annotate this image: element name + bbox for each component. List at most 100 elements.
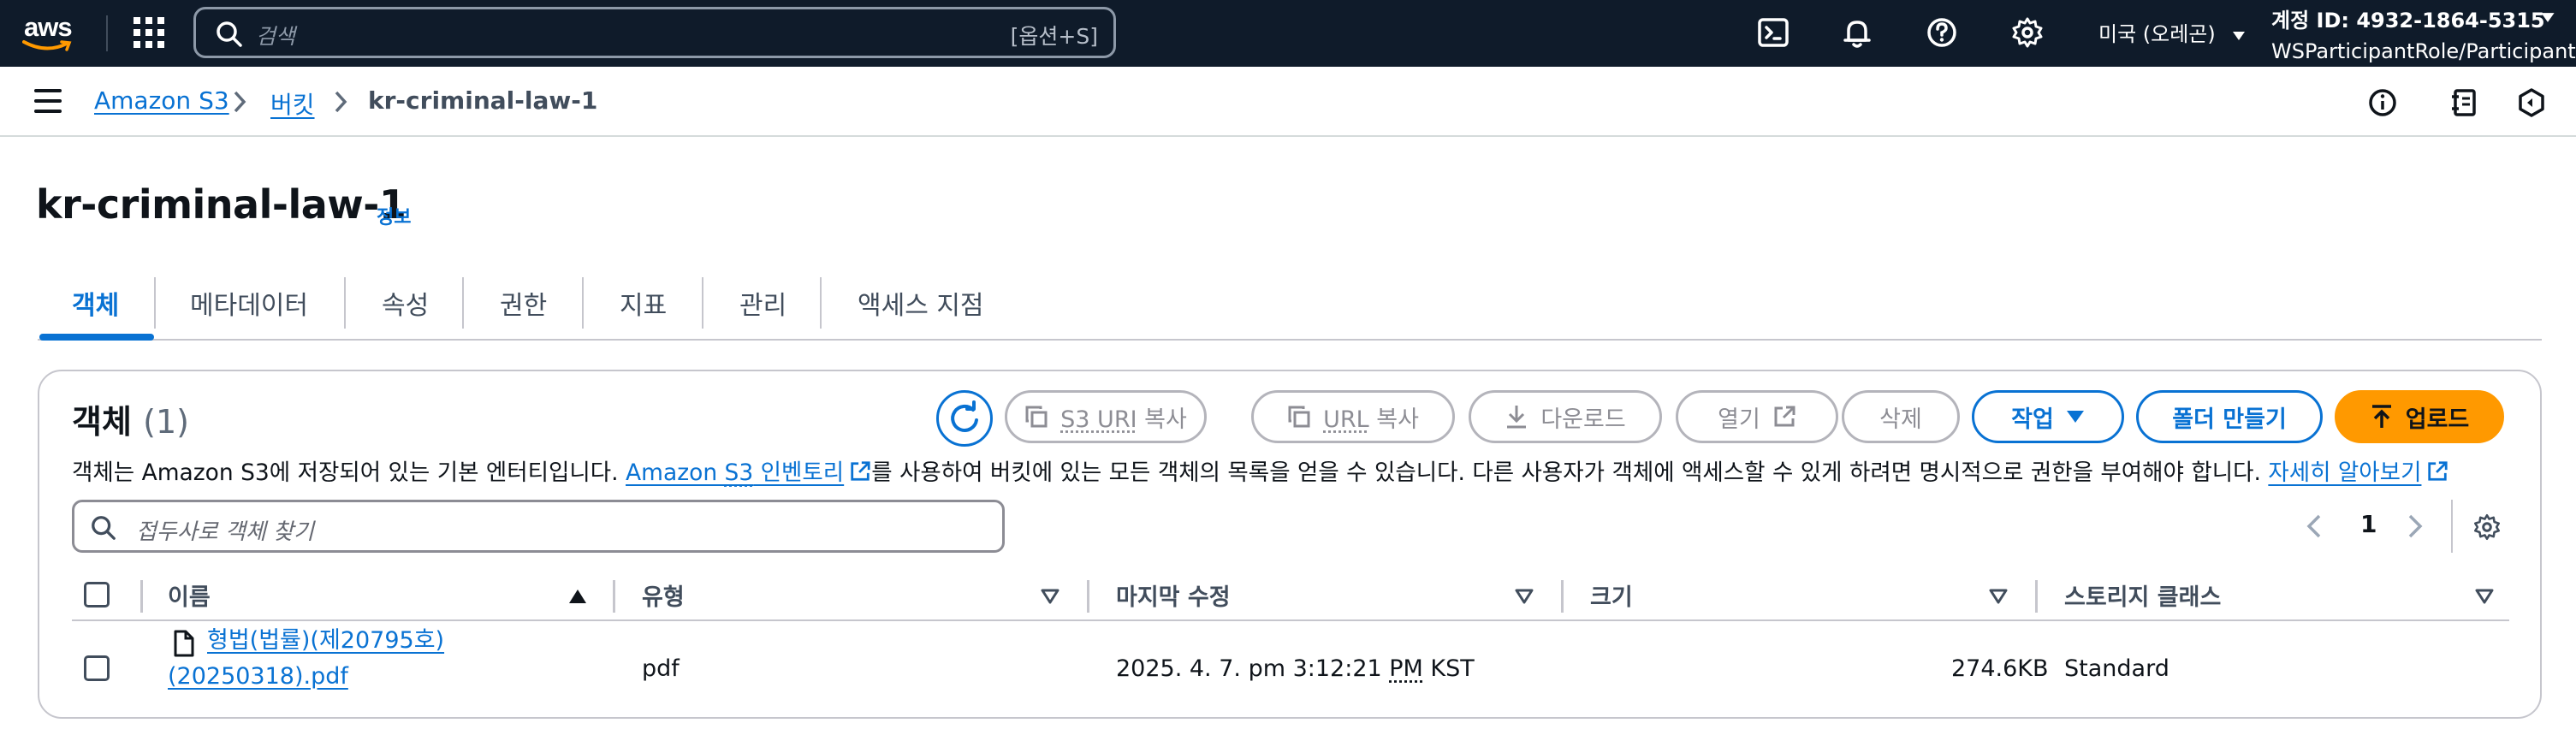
column-divider	[613, 580, 615, 613]
aws-logo[interactable]: aws	[21, 10, 80, 56]
tab-metadata[interactable]: 메타데이터	[190, 284, 308, 322]
copy-icon	[1025, 406, 1048, 428]
page-title: kr-criminal-law-1	[36, 181, 407, 228]
create-folder-button[interactable]: 폴더 만들기	[2136, 390, 2323, 443]
objects-description: 객체는 Amazon S3에 저장되어 있는 기본 엔터티입니다. Amazon…	[72, 453, 2448, 487]
aws-smile-icon	[22, 40, 72, 51]
delete-label: 삭제	[1879, 406, 1922, 433]
sort-icon[interactable]	[1515, 589, 1534, 604]
sort-icon[interactable]	[1989, 589, 2008, 604]
s3-inventory-link-a: Amazon	[626, 459, 725, 486]
notes-panel-icon[interactable]	[2449, 87, 2480, 118]
objects-count: (1)	[143, 403, 189, 441]
global-search-input[interactable]: 검색 [옵션+S]	[193, 7, 1116, 58]
row-checkbox[interactable]	[84, 655, 110, 681]
upload-button[interactable]: 업로드	[2335, 390, 2504, 443]
download-icon	[1507, 406, 1527, 429]
object-name-link[interactable]: 형법(법률)(제20795호)	[207, 627, 444, 654]
top-navigation: aws 검색 [옵션+S] 미국 (오레곤) 계정 ID: 4932-1864-…	[0, 0, 2576, 67]
tab-permissions[interactable]: 권한	[500, 284, 547, 322]
tab-divider	[702, 277, 703, 329]
object-type: pdf	[642, 655, 680, 682]
object-storage-class: Standard	[2064, 655, 2169, 682]
download-button[interactable]: 다운로드	[1469, 390, 1662, 443]
column-header-storage-class[interactable]: 스토리지 클래스	[2064, 578, 2221, 612]
hexagon-panel-icon[interactable]	[2516, 87, 2547, 118]
aws-logo-text: aws	[24, 12, 73, 42]
open-label: 열기	[1718, 406, 1760, 433]
delete-button[interactable]: 삭제	[1842, 390, 1960, 443]
objects-title: 객체	[72, 403, 132, 441]
external-link-icon	[1774, 406, 1795, 427]
info-icon[interactable]	[2367, 87, 2398, 118]
s3-inventory-link[interactable]: Amazon S3 인벤토리	[626, 459, 844, 486]
object-name-line2-wrap: (20250318).pdf	[168, 659, 348, 695]
column-header-size[interactable]: 크기	[1590, 578, 1633, 612]
object-name-line1-wrap: 형법(법률)(제20795호)	[207, 623, 444, 659]
breadcrumb-buckets[interactable]: 버킷	[270, 86, 315, 121]
copy-s3-uri-suffix: 복사	[1144, 406, 1187, 433]
account-menu[interactable]: 계정 ID: 4932-1864-5315 WSParticipantRole/…	[2271, 5, 2576, 67]
column-header-type[interactable]: 유형	[642, 578, 685, 612]
copy-url-button[interactable]: URL 복사	[1251, 390, 1455, 443]
s3-inventory-link-b: S3	[724, 459, 754, 486]
column-divider	[2035, 580, 2038, 613]
column-divider	[1561, 580, 1564, 613]
apps-grid-icon[interactable]	[134, 17, 164, 48]
create-folder-label: 폴더 만들기	[2172, 406, 2287, 433]
cloudshell-icon[interactable]	[1756, 15, 1792, 50]
download-label: 다운로드	[1540, 406, 1626, 433]
active-tab-indicator	[39, 334, 154, 341]
objects-heading: 객체 (1)	[72, 395, 189, 442]
chevron-right-icon[interactable]	[2407, 513, 2424, 539]
current-page-number[interactable]: 1	[2360, 510, 2377, 538]
tab-management[interactable]: 관리	[739, 284, 786, 322]
description-text-2: 를 사용하여 버킷에 있는 모든 객체의 목록을 얻을 수 있습니다. 다른 사…	[871, 459, 2269, 486]
objects-container: 객체 (1) S3 URI 복사 URL 복사 다운로드 열기 삭제 작업 폴더…	[38, 370, 2542, 719]
tab-metrics[interactable]: 지표	[620, 284, 667, 322]
sort-icon[interactable]	[1041, 589, 1059, 604]
open-button[interactable]: 열기	[1676, 390, 1838, 443]
table-row[interactable]: 형법(법률)(제20795호) (20250318).pdf pdf 2025.…	[72, 623, 2509, 715]
actions-label: 작업	[2011, 406, 2054, 433]
learn-more-link[interactable]: 자세히 알아보기	[2268, 459, 2421, 486]
settings-icon[interactable]	[2009, 15, 2045, 50]
caret-down-icon[interactable]	[2540, 12, 2555, 23]
select-all-checkbox[interactable]	[84, 582, 110, 608]
chevron-left-icon[interactable]	[2306, 513, 2323, 539]
column-divider	[1087, 580, 1089, 613]
gear-icon[interactable]	[2472, 512, 2502, 542]
info-link[interactable]: 정보	[377, 202, 411, 229]
actions-dropdown[interactable]: 작업	[1972, 390, 2124, 443]
copy-url-prefix: URL	[1323, 406, 1369, 433]
refresh-button[interactable]	[936, 390, 993, 447]
tab-properties[interactable]: 속성	[382, 284, 429, 322]
bell-icon[interactable]	[1840, 15, 1876, 50]
column-header-last-modified[interactable]: 마지막 수정	[1116, 578, 1231, 612]
search-icon	[217, 21, 242, 47]
prefix-search-placeholder: 접두사로 객체 찾기	[136, 519, 314, 545]
region-selector[interactable]: 미국 (오레곤)	[2098, 17, 2246, 47]
hamburger-icon[interactable]	[34, 89, 62, 113]
copy-s3-uri-button[interactable]: S3 URI 복사	[1005, 390, 1207, 443]
object-name-link-continued[interactable]: (20250318).pdf	[168, 663, 348, 690]
breadcrumb-amazon-s3[interactable]: Amazon S3	[94, 86, 229, 115]
column-header-name[interactable]: 이름	[168, 578, 211, 612]
description-text-1: 객체는 Amazon S3에 저장되어 있는 기본 엔터티입니다.	[72, 459, 626, 486]
chevron-right-icon	[335, 91, 347, 113]
tab-divider	[820, 277, 822, 329]
tab-divider	[154, 277, 156, 329]
breadcrumb-current: kr-criminal-law-1	[368, 86, 598, 115]
tab-objects[interactable]: 객체	[72, 284, 119, 322]
last-modified-a: 2025. 4. 7. pm 3:12:21	[1116, 655, 1390, 682]
prefix-search-input[interactable]: 접두사로 객체 찾기	[72, 500, 1005, 553]
help-icon[interactable]	[1924, 15, 1960, 50]
search-icon	[92, 516, 116, 540]
sort-ascending-icon[interactable]	[568, 589, 587, 604]
sort-icon[interactable]	[2475, 589, 2494, 604]
search-shortcut: [옵션+S]	[1010, 24, 1098, 49]
tab-access-points[interactable]: 액세스 지점	[858, 284, 984, 322]
breadcrumb-bar: Amazon S3 버킷 kr-criminal-law-1	[0, 67, 2576, 137]
tab-divider	[462, 277, 464, 329]
search-placeholder: 검색	[256, 24, 296, 49]
